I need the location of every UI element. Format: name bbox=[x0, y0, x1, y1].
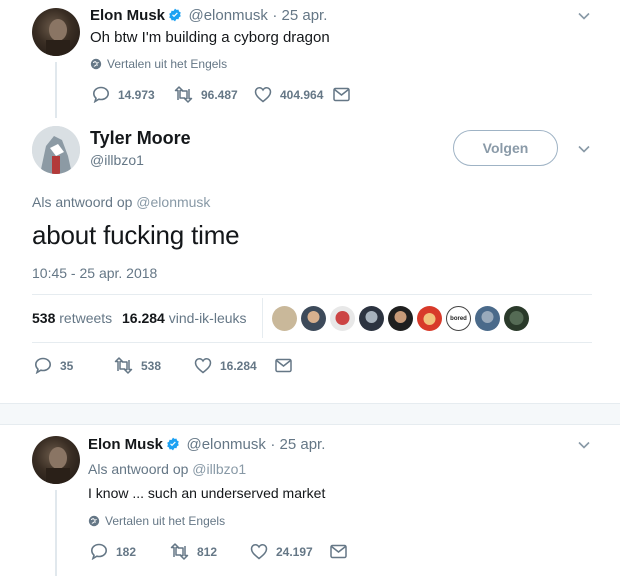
verified-badge-icon bbox=[168, 8, 182, 27]
reply-context: Als antwoord op @illbzo1 bbox=[88, 461, 246, 477]
liker-avatar[interactable] bbox=[475, 306, 500, 331]
tweet-text: I know ... such an underserved market bbox=[88, 485, 326, 501]
avatar[interactable] bbox=[32, 8, 80, 56]
tweet-timestamp[interactable]: 10:45 - 25 apr. 2018 bbox=[32, 265, 157, 281]
translate-link[interactable]: Vertalen uit het Engels bbox=[90, 57, 227, 71]
liker-avatar[interactable] bbox=[417, 306, 442, 331]
translate-link[interactable]: Vertalen uit het Engels bbox=[88, 514, 225, 528]
avatar[interactable] bbox=[32, 436, 80, 484]
like-stat-label: vind-ik-leuks bbox=[168, 310, 247, 326]
liker-avatar[interactable] bbox=[272, 306, 297, 331]
tweet-text: Oh btw I'm building a cyborg dragon bbox=[90, 29, 330, 46]
reply-to-link[interactable]: @illbzo1 bbox=[192, 461, 246, 477]
avatar-image bbox=[46, 447, 70, 484]
reply-count: 35 bbox=[60, 358, 74, 373]
reply-to-link[interactable]: @elonmusk bbox=[136, 194, 210, 210]
reply-button[interactable]: 14.973 bbox=[92, 86, 155, 103]
liker-avatar[interactable] bbox=[330, 306, 355, 331]
reply-button[interactable]: 182 bbox=[90, 543, 136, 560]
retweet-count: 96.487 bbox=[201, 87, 238, 102]
dm-button[interactable] bbox=[333, 87, 358, 102]
tweet-header: Elon Musk @elonmusk · 25 apr. bbox=[90, 7, 327, 27]
thread-line bbox=[55, 62, 57, 118]
mail-icon bbox=[330, 544, 347, 559]
like-button[interactable]: 404.964 bbox=[254, 86, 323, 103]
tweet-header: Elon Musk @elonmusk · 25 apr. bbox=[88, 436, 325, 456]
heart-icon bbox=[194, 358, 212, 374]
retweet-count: 538 bbox=[141, 358, 162, 373]
like-stat-count: 16.284 bbox=[122, 310, 165, 326]
chevron-down-icon[interactable] bbox=[577, 9, 591, 23]
author-handle[interactable]: @illbzo1 bbox=[90, 152, 144, 168]
mail-icon bbox=[275, 358, 292, 373]
reply-icon bbox=[90, 543, 108, 560]
reply-icon bbox=[92, 86, 110, 103]
like-button[interactable]: 24.197 bbox=[250, 543, 313, 560]
translate-label: Vertalen uit het Engels bbox=[107, 57, 228, 71]
author-name[interactable]: Elon Musk bbox=[88, 436, 163, 453]
divider bbox=[32, 342, 592, 343]
like-stat[interactable]: 16.284 vind-ik-leuks bbox=[122, 310, 247, 326]
globe-icon bbox=[88, 515, 100, 527]
mail-icon bbox=[333, 87, 350, 102]
avatar[interactable] bbox=[32, 126, 80, 174]
author-name[interactable]: Elon Musk bbox=[90, 7, 165, 24]
retweet-icon bbox=[170, 543, 189, 560]
liker-avatar[interactable]: bored bbox=[446, 306, 471, 331]
reply-count: 182 bbox=[116, 544, 137, 559]
follow-button[interactable]: Volgen bbox=[453, 130, 558, 166]
reply-count: 14.973 bbox=[118, 87, 155, 102]
retweet-icon bbox=[174, 86, 193, 103]
tweet-text: about fucking time bbox=[32, 220, 240, 250]
liker-avatar[interactable] bbox=[504, 306, 529, 331]
retweet-stat[interactable]: 538 retweets bbox=[32, 310, 112, 326]
tweet-date[interactable]: · 25 apr. bbox=[270, 436, 325, 453]
reply-prefix: Als antwoord op bbox=[32, 194, 133, 210]
heart-icon bbox=[254, 87, 272, 103]
avatar-image bbox=[32, 126, 80, 174]
retweet-button[interactable]: 538 bbox=[114, 357, 161, 374]
chevron-down-icon[interactable] bbox=[577, 142, 591, 156]
like-button[interactable]: 16.284 bbox=[194, 357, 257, 374]
liker-avatar[interactable] bbox=[301, 306, 326, 331]
like-count: 24.197 bbox=[276, 544, 313, 559]
translate-label: Vertalen uit het Engels bbox=[105, 514, 226, 528]
retweet-button[interactable]: 812 bbox=[170, 543, 217, 560]
author-name[interactable]: Tyler Moore bbox=[90, 128, 191, 149]
retweet-button[interactable]: 96.487 bbox=[174, 86, 238, 103]
dm-button[interactable] bbox=[275, 358, 300, 373]
like-count: 404.964 bbox=[280, 87, 324, 102]
reply-prefix: Als antwoord op bbox=[88, 461, 189, 477]
author-handle[interactable]: @elonmusk bbox=[186, 436, 265, 453]
reply-context: Als antwoord op @elonmusk bbox=[32, 194, 210, 210]
like-count: 16.284 bbox=[220, 358, 257, 373]
author-handle[interactable]: @elonmusk bbox=[188, 7, 267, 24]
reply-icon bbox=[34, 357, 52, 374]
avatar-image bbox=[46, 19, 70, 56]
section-separator bbox=[0, 403, 620, 425]
liker-avatar[interactable] bbox=[388, 306, 413, 331]
retweet-stat-count: 538 bbox=[32, 310, 56, 326]
thread-line bbox=[55, 490, 57, 576]
globe-icon bbox=[90, 58, 102, 70]
heart-icon bbox=[250, 544, 268, 560]
divider bbox=[32, 294, 592, 295]
stats-divider bbox=[262, 298, 263, 338]
liker-avatar[interactable] bbox=[359, 306, 384, 331]
retweet-count: 812 bbox=[197, 544, 218, 559]
retweet-icon bbox=[114, 357, 133, 374]
verified-badge-icon bbox=[166, 437, 180, 456]
retweet-stat-label: retweets bbox=[59, 310, 113, 326]
dm-button[interactable] bbox=[330, 544, 355, 559]
reply-button[interactable]: 35 bbox=[34, 357, 73, 374]
liker-badge-text: bored bbox=[450, 315, 467, 322]
tweet-date[interactable]: · 25 apr. bbox=[272, 7, 327, 24]
chevron-down-icon[interactable] bbox=[577, 438, 591, 452]
